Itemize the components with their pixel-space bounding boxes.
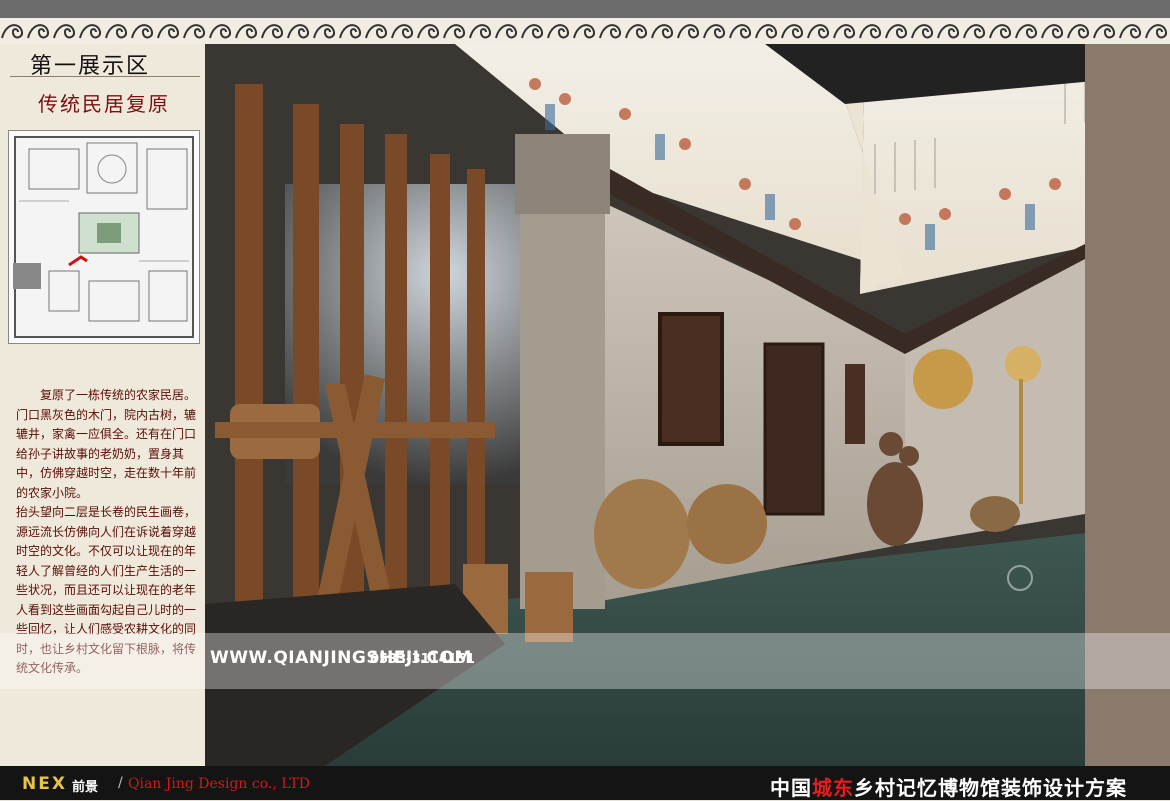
zone-subtitle: 传统民居复原 — [38, 92, 170, 116]
floor-plan — [8, 130, 200, 344]
project-title-suffix: 乡村记忆博物馆装饰设计方案 — [854, 776, 1127, 800]
watermark-band — [0, 633, 1170, 689]
decorative-border — [0, 18, 1170, 44]
watermark-phone: 0533-3114151 — [370, 652, 475, 667]
project-title-prefix: 中国 — [770, 776, 812, 800]
top-bar — [0, 0, 1170, 18]
company-logo: NEX — [22, 774, 67, 794]
footer-separator: / — [118, 775, 123, 791]
company-name: Qian Jing Design co., LTD — [128, 776, 310, 792]
description-paragraph-1: 复原了一栋传统的农家民居。门口黑灰色的木门，院内古树，辘辘井，家禽一应俱全。还有… — [16, 388, 197, 500]
title-divider — [10, 76, 200, 77]
project-title-highlight: 城东 — [812, 776, 854, 800]
project-title: 中国城东乡村记忆博物馆装饰设计方案 — [770, 772, 1127, 801]
company-logo-cn: 前景 — [72, 780, 99, 795]
